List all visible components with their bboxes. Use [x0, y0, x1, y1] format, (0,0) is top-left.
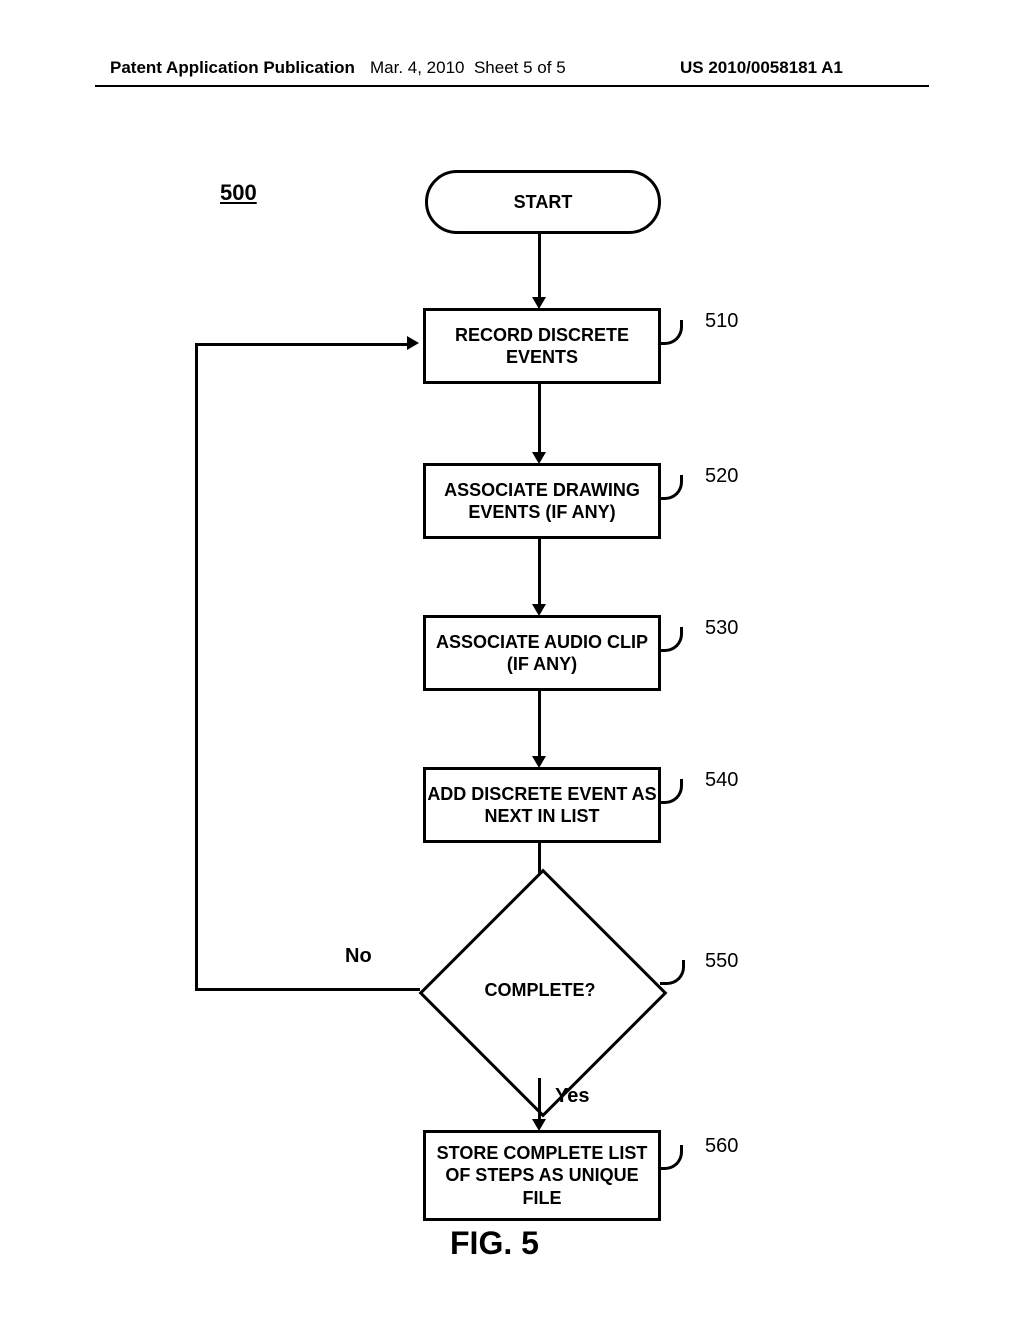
header-rule [95, 85, 929, 87]
terminator-start-text: START [514, 191, 573, 214]
label-yes: Yes [555, 1085, 589, 1108]
header-date: Mar. 4, 2010 Sheet 5 of 5 [370, 58, 566, 78]
process-560: STORE COMPLETE LIST OF STEPS AS UNIQUE F… [423, 1130, 661, 1221]
process-530-text: ASSOCIATE AUDIO CLIP (IF ANY) [426, 631, 658, 676]
process-520-text: ASSOCIATE DRAWING EVENTS (IF ANY) [426, 479, 658, 524]
arrowhead-right-icon [407, 336, 419, 350]
ref-560: 560 [705, 1135, 738, 1158]
flowline [538, 231, 541, 301]
leader-hook [660, 960, 685, 985]
header-pubno: US 2010/0058181 A1 [680, 58, 843, 78]
label-no: No [345, 945, 372, 968]
flowline [538, 688, 541, 760]
leader-hook [658, 627, 683, 652]
flowline [195, 988, 420, 991]
ref-550: 550 [705, 950, 738, 973]
flowline [538, 1078, 541, 1123]
flowline [195, 343, 410, 346]
process-540-text: ADD DISCRETE EVENT AS NEXT IN LIST [426, 783, 658, 828]
process-510: RECORD DISCRETE EVENTS [423, 308, 661, 384]
leader-hook [658, 320, 683, 345]
leader-hook [658, 475, 683, 500]
process-530: ASSOCIATE AUDIO CLIP (IF ANY) [423, 615, 661, 691]
ref-510: 510 [705, 310, 738, 333]
terminator-start: START [425, 170, 661, 234]
header-left: Patent Application Publication [110, 58, 355, 78]
process-510-text: RECORD DISCRETE EVENTS [426, 324, 658, 369]
figure-ref-500: 500 [220, 180, 257, 206]
ref-520: 520 [705, 465, 738, 488]
process-560-text: STORE COMPLETE LIST OF STEPS AS UNIQUE F… [426, 1142, 658, 1210]
leader-hook [658, 779, 683, 804]
decision-550-text: COMPLETE? [440, 980, 640, 1001]
flowline [538, 381, 541, 456]
figure-caption: FIG. 5 [450, 1225, 539, 1262]
process-520: ASSOCIATE DRAWING EVENTS (IF ANY) [423, 463, 661, 539]
flowline [538, 536, 541, 608]
flowline [195, 343, 198, 991]
leader-hook [658, 1145, 683, 1170]
process-540: ADD DISCRETE EVENT AS NEXT IN LIST [423, 767, 661, 843]
ref-530: 530 [705, 617, 738, 640]
ref-540: 540 [705, 769, 738, 792]
